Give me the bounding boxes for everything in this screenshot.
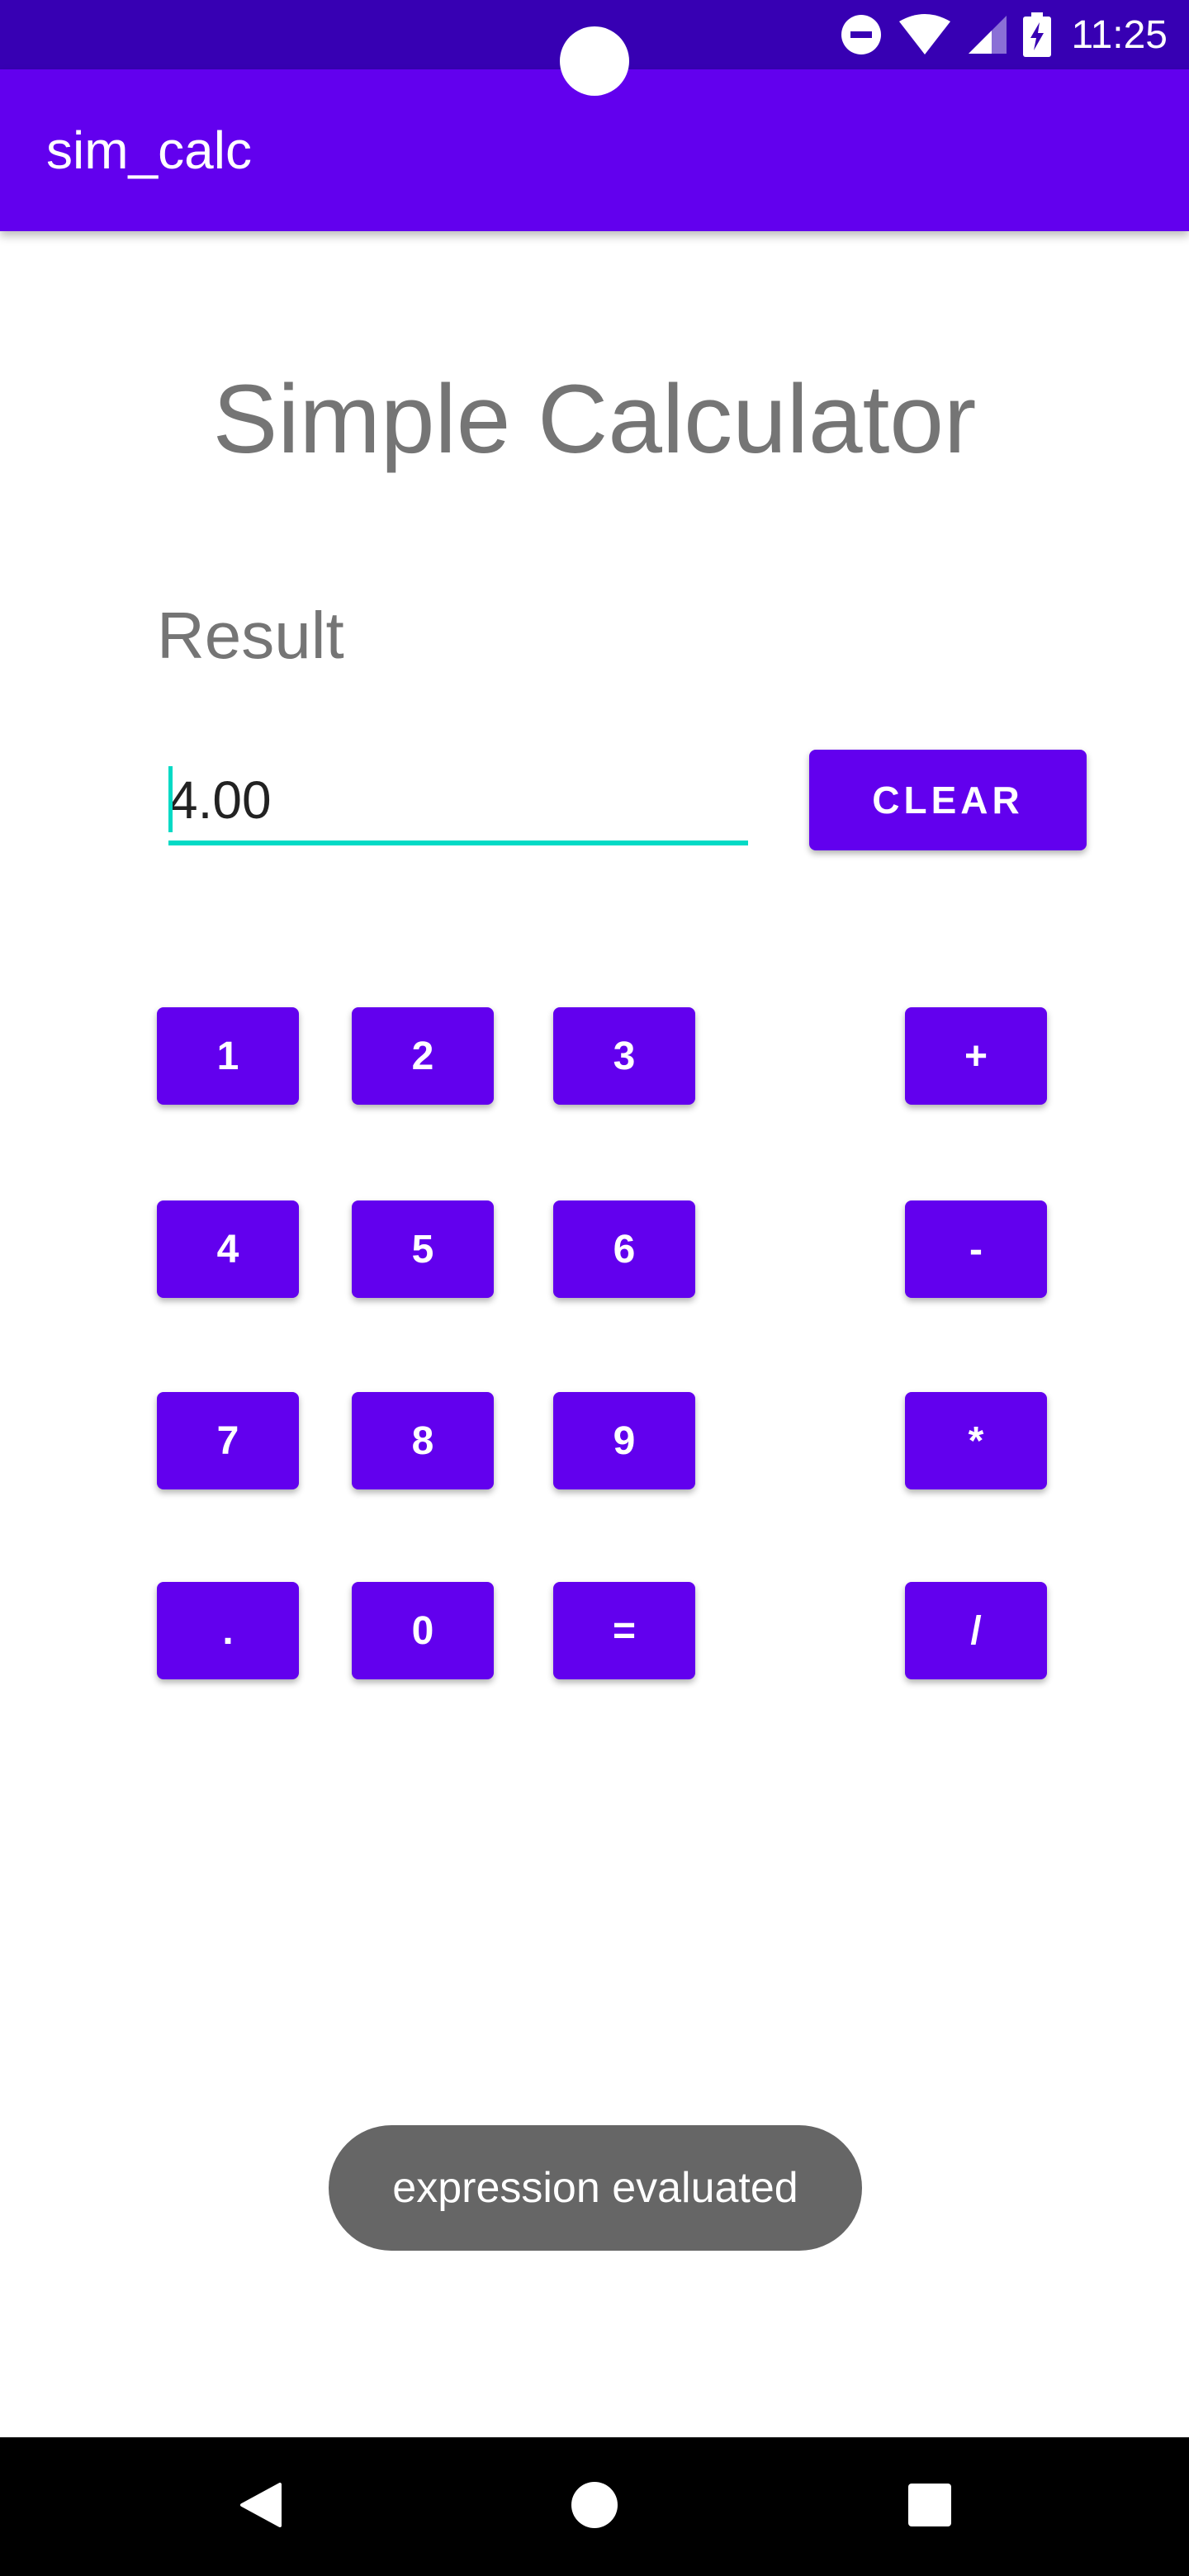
recents-button[interactable]	[847, 2437, 1012, 2576]
status-icons: 11:25	[840, 0, 1168, 69]
decimal-point-button[interactable]: .	[157, 1582, 299, 1679]
home-button[interactable]	[512, 2437, 677, 2576]
equals-button[interactable]: =	[553, 1582, 695, 1679]
key-1-button[interactable]: 1	[157, 1007, 299, 1105]
key-9-button[interactable]: 9	[553, 1392, 695, 1489]
status-time: 11:25	[1071, 12, 1168, 57]
key-2-button[interactable]: 2	[352, 1007, 494, 1105]
result-field[interactable]	[168, 760, 748, 845]
cell-signal-icon	[967, 14, 1008, 55]
recents-icon	[907, 2483, 952, 2531]
result-label: Result	[157, 599, 344, 672]
camera-cutout	[560, 26, 629, 96]
key-4-button[interactable]: 4	[157, 1200, 299, 1298]
key-3-button[interactable]: 3	[553, 1007, 695, 1105]
key-7-button[interactable]: 7	[157, 1392, 299, 1489]
back-button[interactable]	[178, 2437, 343, 2576]
navigation-bar	[0, 2437, 1189, 2576]
back-icon	[239, 2481, 283, 2533]
multiply-button[interactable]: *	[905, 1392, 1047, 1489]
clear-button[interactable]: CLEAR	[809, 750, 1087, 850]
app-title: sim_calc	[46, 121, 252, 180]
text-cursor	[168, 766, 173, 832]
home-icon	[571, 2481, 618, 2533]
key-8-button[interactable]: 8	[352, 1392, 494, 1489]
plus-button[interactable]: +	[905, 1007, 1047, 1105]
page-title: Simple Calculator	[212, 365, 977, 474]
battery-charging-icon	[1023, 12, 1052, 57]
divide-button[interactable]: /	[905, 1582, 1047, 1679]
minus-button[interactable]: -	[905, 1200, 1047, 1298]
key-0-button[interactable]: 0	[352, 1582, 494, 1679]
wifi-icon	[898, 13, 952, 56]
do-not-disturb-icon	[840, 13, 883, 56]
key-5-button[interactable]: 5	[352, 1200, 494, 1298]
key-6-button[interactable]: 6	[553, 1200, 695, 1298]
toast-message: expression evaluated	[329, 2125, 862, 2251]
